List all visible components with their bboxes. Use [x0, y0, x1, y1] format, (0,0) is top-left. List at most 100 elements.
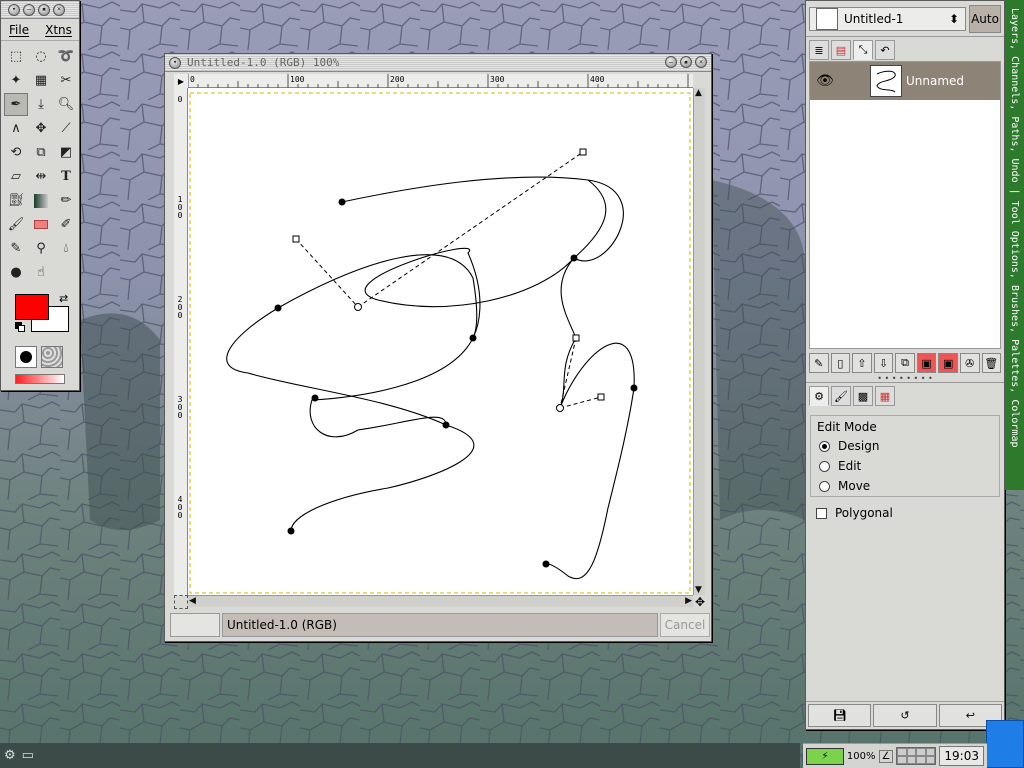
- paths-tab-icon[interactable]: ⤡: [853, 40, 873, 60]
- ellipse-select-icon[interactable]: ◌: [29, 45, 53, 68]
- scroll-down-icon[interactable]: ▼: [695, 585, 702, 595]
- new-path-icon[interactable]: ▯: [830, 353, 851, 373]
- cancel-button[interactable]: Cancel: [660, 613, 710, 637]
- blue-widget[interactable]: [986, 720, 1024, 768]
- path-curve[interactable]: [226, 307, 447, 426]
- restore-options-icon[interactable]: ↺: [873, 704, 937, 727]
- image-menu[interactable]: Untitled-1 ⬍: [809, 6, 966, 31]
- save-options-icon[interactable]: 💾︎: [808, 704, 872, 727]
- move-icon[interactable]: ✥: [29, 117, 53, 140]
- close-icon[interactable]: ×: [695, 56, 707, 68]
- navigate-icon[interactable]: ✥: [693, 595, 707, 609]
- quick-mask-toggle[interactable]: [174, 595, 188, 609]
- active-anchor-point[interactable]: [354, 303, 362, 311]
- tool-options-tab-icon[interactable]: ⚙: [809, 386, 829, 406]
- minimize-icon[interactable]: ▪: [38, 3, 50, 16]
- lasso-icon[interactable]: ➰: [54, 45, 78, 68]
- delete-path-icon[interactable]: 🗑︎: [981, 353, 1002, 373]
- text-icon[interactable]: T: [54, 165, 78, 188]
- brushes-tab-icon[interactable]: 🖌︎: [831, 386, 851, 406]
- close-icon[interactable]: ×: [53, 3, 65, 16]
- align-icon[interactable]: ⇹: [29, 165, 53, 188]
- polygonal-checkbox[interactable]: Polygonal: [806, 503, 1004, 523]
- channels-tab-icon[interactable]: ▤: [831, 40, 851, 60]
- paths-icon[interactable]: ✒: [4, 93, 28, 116]
- window-menu-icon[interactable]: ▾: [169, 56, 181, 69]
- magic-wand-icon[interactable]: ✦: [4, 69, 28, 92]
- path-to-selection-icon[interactable]: ▣: [916, 353, 937, 373]
- gradient-selector[interactable]: [15, 374, 65, 384]
- anchor-point[interactable]: [630, 384, 638, 392]
- mode-edit-radio[interactable]: Edit: [817, 456, 993, 476]
- airbrush-icon[interactable]: ✐: [54, 213, 78, 236]
- anchor-point[interactable]: [274, 304, 282, 312]
- desktop-pager[interactable]: [896, 747, 937, 765]
- scroll-right-icon[interactable]: ▶: [685, 596, 692, 606]
- transform-icon[interactable]: ⟲: [4, 141, 28, 164]
- edit-path-icon[interactable]: ✎: [809, 353, 829, 373]
- start-menu-icon[interactable]: ⚙: [4, 748, 16, 763]
- text-bbox-icon[interactable]: ▱: [4, 165, 28, 188]
- shade-icon[interactable]: –: [665, 56, 677, 68]
- window-menu-icon[interactable]: ▾: [8, 3, 20, 16]
- dodge-icon[interactable]: ●: [4, 261, 28, 284]
- brush-selector[interactable]: [15, 346, 37, 368]
- paintbrush-icon[interactable]: 🖌︎: [4, 213, 28, 236]
- selection-to-path-icon[interactable]: ▣: [938, 353, 958, 373]
- maximize-icon[interactable]: ▪: [680, 56, 692, 68]
- mode-design-radio[interactable]: Design: [817, 436, 993, 456]
- show-desktop-icon[interactable]: ▭: [22, 748, 34, 763]
- active-anchor-point[interactable]: [556, 404, 564, 412]
- bucket-fill-icon[interactable]: ⛽︎: [4, 189, 28, 212]
- smudge-icon[interactable]: ☝︎: [29, 261, 53, 284]
- magnify-icon[interactable]: 🔍︎: [54, 93, 78, 116]
- measure-icon[interactable]: ∧: [4, 117, 28, 140]
- default-colors-icon[interactable]: [15, 322, 25, 332]
- perspective-icon[interactable]: ◩: [54, 141, 78, 164]
- color-picker-icon[interactable]: ⤓: [29, 93, 53, 116]
- menu-xtns[interactable]: Xtns: [37, 23, 80, 37]
- path-curve[interactable]: [290, 176, 624, 532]
- spin-arrows-icon[interactable]: ⬍: [949, 12, 959, 26]
- battery-icon[interactable]: ⚡: [806, 747, 844, 765]
- flip-icon[interactable]: ⧉: [29, 141, 53, 164]
- control-handle[interactable]: [579, 148, 587, 156]
- mode-move-radio[interactable]: Move: [817, 476, 993, 496]
- layers-tab-icon[interactable]: ≣: [809, 40, 829, 60]
- lower-path-icon[interactable]: ⇩: [873, 353, 894, 373]
- raise-path-icon[interactable]: ⇧: [852, 353, 872, 373]
- horizontal-scrollbar[interactable]: ◀ ▶: [188, 595, 693, 607]
- duplicate-path-icon[interactable]: ⧉: [895, 353, 915, 373]
- clone-icon[interactable]: ⚲: [29, 237, 53, 260]
- rect-select-icon[interactable]: ⬚: [4, 45, 28, 68]
- foreground-color[interactable]: [15, 294, 49, 320]
- toolbox-titlebar[interactable]: ▾ – ▪ ×: [1, 1, 79, 19]
- anchor-point[interactable]: [287, 527, 295, 535]
- scissors-icon[interactable]: ✂: [54, 69, 78, 92]
- visibility-eye-icon[interactable]: 👁︎: [810, 73, 840, 89]
- control-handle[interactable]: [597, 393, 605, 401]
- control-handle[interactable]: [292, 235, 300, 243]
- pattern-selector[interactable]: [41, 346, 63, 368]
- image-titlebar[interactable]: ▾ Untitled-1.0 (RGB) 100% – ▪ ×: [165, 54, 711, 72]
- path-curve[interactable]: [545, 257, 635, 580]
- image-canvas[interactable]: [188, 88, 693, 595]
- palettes-tab-icon[interactable]: ▦: [875, 386, 895, 406]
- auto-button[interactable]: Auto: [969, 4, 1001, 33]
- horizontal-ruler[interactable]: 0 100 200 300 400: [188, 74, 693, 88]
- image-menu-arrow-icon[interactable]: ▶: [174, 74, 188, 88]
- anchor-point[interactable]: [311, 394, 319, 402]
- stroke-path-icon[interactable]: ✇: [959, 353, 980, 373]
- anchor-point[interactable]: [469, 334, 477, 342]
- measure-tray-icon[interactable]: ∠: [878, 749, 894, 763]
- pencil-icon[interactable]: ✏: [54, 189, 78, 212]
- side-tab-bar[interactable]: Layers, Channels, Paths, Undo | Tool Opt…: [1005, 0, 1024, 490]
- color-select-icon[interactable]: ▦: [29, 69, 53, 92]
- scroll-up-icon[interactable]: ▲: [695, 88, 702, 98]
- undo-tab-icon[interactable]: ↶: [875, 40, 895, 60]
- path-curve[interactable]: [573, 179, 607, 259]
- menu-file[interactable]: File: [1, 23, 37, 37]
- swap-colors-icon[interactable]: ⇄: [59, 292, 68, 305]
- patterns-tab-icon[interactable]: ▩: [853, 386, 873, 406]
- crop-icon[interactable]: ⟋: [54, 117, 78, 140]
